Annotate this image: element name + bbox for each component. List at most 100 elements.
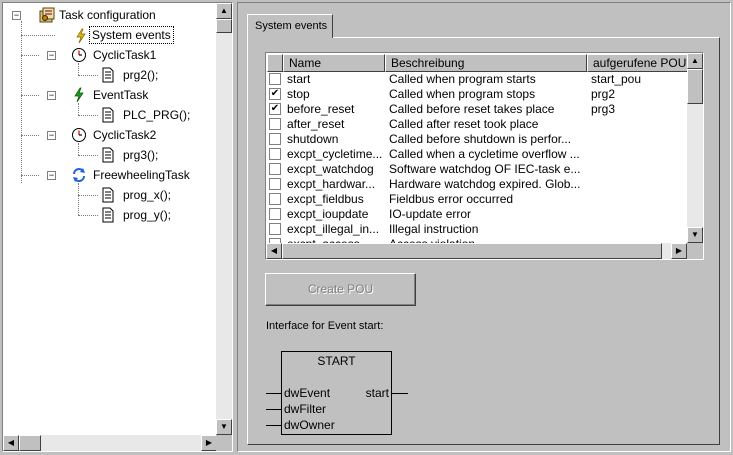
tree-vertical-scrollbar[interactable]: ▲ ▼ [216,3,232,435]
event-called-pou: prg3 [591,102,616,116]
scroll-thumb[interactable] [282,243,662,259]
event-checkbox[interactable] [269,133,281,145]
event-name: excpt_illegal_in... [287,222,380,236]
tree-connector [78,195,98,196]
collapse-icon[interactable]: − [12,11,21,20]
collapse-icon[interactable]: − [47,51,56,60]
list-horizontal-scrollbar[interactable]: ◀ ▶ [266,243,687,259]
table-row[interactable]: excpt_cycletime... Called when a cycletim… [267,147,687,162]
column-header-name[interactable]: Name [283,54,385,72]
list-vertical-scrollbar[interactable]: ▲ ▼ [687,53,703,243]
event-description: Illegal instruction [389,222,479,236]
event-description: Called after reset took place [389,117,539,131]
tree-connector [21,135,39,136]
event-description: Hardware watchdog expired. Glob... [389,177,581,191]
table-row[interactable]: excpt_watchdog Software watchdog OF IEC-t… [267,162,687,177]
output-pin-start: start [365,386,389,400]
table-row[interactable]: start Called when program starts start_pou [267,72,687,87]
tree-connector [78,115,98,116]
scroll-down-icon[interactable]: ▼ [216,419,232,435]
program-icon [102,187,114,203]
event-description: IO-update error [389,207,472,221]
column-header-called-pou[interactable]: aufgerufene POU [587,54,687,72]
event-checkbox[interactable] [269,178,281,190]
table-row[interactable]: excpt_illegal_in... Illegal instruction [267,222,687,237]
table-row[interactable]: ✔ before_reset Called before reset takes p… [267,102,687,117]
tree-item-label: EventTask [93,88,149,102]
table-row[interactable]: excpt_hardwar... Hardware watchdog expire… [267,177,687,192]
table-row[interactable]: ✔ stop Called when program stops prg2 [267,87,687,102]
tree-connector [78,143,79,155]
collapse-icon[interactable]: − [47,91,56,100]
event-name: start [287,72,311,86]
table-row[interactable]: after_reset Called after reset took place [267,117,687,132]
task-config-icon [39,7,55,23]
collapse-icon[interactable]: − [47,171,56,180]
scroll-down-icon[interactable]: ▼ [687,227,703,243]
tree-connector [21,55,39,56]
scroll-thumb[interactable] [687,69,703,104]
tree-item-label: Task configuration [59,8,156,22]
event-checkbox[interactable] [269,163,281,175]
tree-connector [78,103,79,115]
scroll-right-icon[interactable]: ▶ [671,243,687,259]
table-row[interactable]: shutdown Called before shutdown is perfor… [267,132,687,147]
tree-item-label: prg2(); [123,68,159,82]
program-icon [102,207,114,223]
scroll-left-icon[interactable]: ◀ [266,243,282,259]
event-checkbox[interactable] [269,148,281,160]
tree-connector [21,175,39,176]
tree-connector [78,183,79,215]
input-pin-dwevent: dwEvent [284,386,331,400]
event-called-pou: start_pou [591,72,642,86]
clock-icon [72,128,86,142]
scroll-left-icon[interactable]: ◀ [3,435,19,451]
tab-system-events[interactable]: System events [247,14,333,38]
tree-connector [78,155,98,156]
event-checkbox[interactable] [269,118,281,130]
event-description: Fieldbus error occurred [389,192,514,206]
scroll-up-icon[interactable]: ▲ [687,53,703,69]
tab-label: System events [255,20,328,32]
scrollbar-corner [687,243,703,259]
event-name: excpt_cycletime... [287,147,383,161]
tree-item-label: CyclicTask2 [93,128,157,142]
tree-item-label: prog_y(); [123,208,172,222]
output-connector [392,393,408,394]
tree-connector [78,215,98,216]
table-row[interactable]: excpt_fieldbus Fieldbus error occurred [267,192,687,207]
input-connector [266,393,281,394]
event-name: excpt_watchdog [287,162,374,176]
tree-connector [78,75,98,76]
tree-item-label: System events [89,26,174,44]
event-description: Called when program starts [389,72,536,86]
tree-horizontal-scrollbar[interactable]: ◀ ▶ [3,435,217,451]
event-checkbox[interactable]: ✔ [269,88,281,100]
event-called-pou [591,117,687,132]
event-name: after_reset [287,117,345,131]
event-checkbox[interactable] [269,73,281,85]
event-description: Called before shutdown is perfor... [389,132,572,146]
lightning-icon [76,28,86,44]
event-called-pou: prg2 [591,87,616,101]
tree-connector [78,63,79,75]
column-header-check[interactable] [267,54,283,72]
event-checkbox[interactable] [269,193,281,205]
collapse-icon[interactable]: − [47,131,56,140]
scroll-up-icon[interactable]: ▲ [216,3,232,19]
event-checkbox[interactable]: ✔ [269,103,281,115]
event-description: Software watchdog OF IEC-task e... [389,162,581,176]
event-called-pou [591,177,687,192]
column-header-description[interactable]: Beschreibung [385,54,587,72]
freewheel-icon [73,168,85,182]
create-pou-button[interactable]: Create POU [265,273,416,306]
scroll-thumb[interactable] [216,19,232,33]
table-row[interactable]: excpt_ioupdate IO-update error [267,207,687,222]
event-checkbox[interactable] [269,223,281,235]
scroll-right-icon[interactable]: ▶ [201,435,217,451]
event-description: Called when program stops [389,87,536,101]
event-called-pou [591,222,687,237]
event-checkbox[interactable] [269,208,281,220]
scroll-thumb[interactable] [19,435,41,451]
function-block: START dwEvent dwFilter dwOwner start [281,351,392,435]
